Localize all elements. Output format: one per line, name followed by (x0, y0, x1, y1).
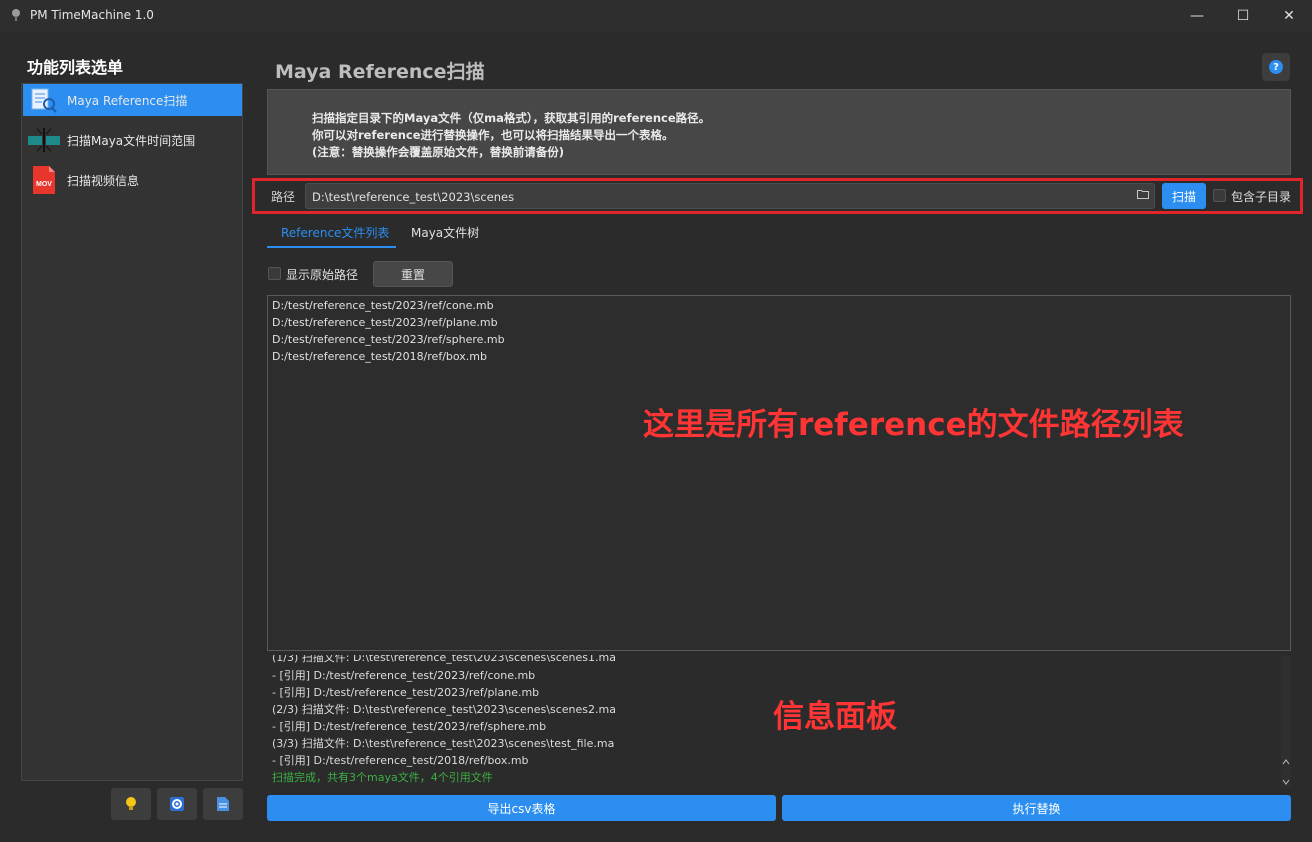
gear-icon (170, 797, 184, 811)
tab-reference-list[interactable]: Reference文件列表 (281, 224, 389, 241)
path-label: 路径 (271, 190, 296, 204)
mov-file-icon: MOV (27, 166, 61, 194)
lightbulb-icon (126, 797, 136, 810)
log-line: - [引用] D:/test/reference_test/2023/ref/c… (272, 669, 536, 682)
log-line-success: 扫描完成，共有3个maya文件，4个引用文件 (272, 771, 493, 784)
log-line: (3/3) 扫描文件: D:\test\reference_test\2023\… (272, 737, 615, 750)
list-item[interactable]: D:/test/reference_test/2023/ref/plane.mb (272, 316, 498, 329)
sidebar: Maya Reference扫描 扫描Maya文件时间范围 MOV 扫描视频信息 (21, 83, 243, 781)
window-title: PM TimeMachine 1.0 (30, 8, 154, 22)
log-line: (2/3) 扫描文件: D:\test\reference_test\2023\… (272, 703, 616, 716)
reference-scan-icon (27, 86, 61, 114)
execute-replace-button[interactable]: 执行替换 (782, 795, 1291, 821)
timeline-icon (27, 126, 61, 154)
sidebar-item-label: Maya Reference扫描 (67, 93, 188, 108)
docs-button[interactable] (203, 788, 243, 820)
sidebar-item-video-info[interactable]: MOV 扫描视频信息 (23, 164, 242, 196)
info-panel: (1/3) 扫描文件: D:\test\reference_test\2023\… (267, 655, 1291, 787)
reference-file-list[interactable]: D:/test/reference_test/2023/ref/cone.mb … (267, 295, 1291, 651)
active-tab-indicator (267, 246, 396, 248)
tab-maya-file-tree[interactable]: Maya文件树 (411, 224, 479, 241)
page-title: Maya Reference扫描 (275, 61, 485, 83)
show-original-path-label: 显示原始路径 (286, 268, 359, 282)
scan-button[interactable]: 扫描 (1162, 183, 1206, 209)
document-icon (217, 797, 229, 811)
scroll-arrows-icon (1282, 759, 1290, 785)
maximize-button[interactable]: ☐ (1220, 0, 1266, 32)
help-icon: ? (1269, 60, 1283, 74)
sidebar-item-label: 扫描视频信息 (67, 173, 140, 188)
info-panel-scrollbar[interactable] (1281, 656, 1291, 787)
include-subdir-checkbox[interactable] (1213, 189, 1226, 202)
description-panel: 扫描指定目录下的Maya文件（仅ma格式），获取其引用的reference路径。… (267, 89, 1291, 175)
path-input[interactable]: D:\test\reference_test\2023\scenes (305, 183, 1155, 209)
list-item[interactable]: D:/test/reference_test/2018/ref/box.mb (272, 350, 487, 363)
export-csv-button[interactable]: 导出csv表格 (267, 795, 776, 821)
folder-icon[interactable] (1137, 189, 1149, 199)
sidebar-title: 功能列表选单 (27, 58, 124, 77)
log-line: (1/3) 扫描文件: D:\test\reference_test\2023\… (272, 655, 616, 664)
info-panel-annotation: 信息面板 (773, 699, 897, 735)
sidebar-item-maya-time-range[interactable]: 扫描Maya文件时间范围 (23, 124, 242, 156)
mov-icon-text: MOV (36, 181, 52, 188)
title-bar: PM TimeMachine 1.0 — ☐ ✕ (0, 0, 1312, 32)
app-icon (12, 9, 20, 21)
list-annotation: 这里是所有reference的文件路径列表 (643, 407, 1184, 443)
minimize-button[interactable]: — (1174, 0, 1220, 32)
include-subdir-label: 包含子目录 (1231, 190, 1292, 204)
description-line: (注意：替换操作会覆盖原始文件，替换前请备份) (312, 145, 565, 159)
tips-button[interactable] (111, 788, 151, 820)
description-line: 你可以对reference进行替换操作，也可以将扫描结果导出一个表格。 (312, 128, 674, 142)
log-line: - [引用] D:/test/reference_test/2023/ref/s… (272, 720, 547, 733)
close-button[interactable]: ✕ (1266, 0, 1312, 32)
log-line: - [引用] D:/test/reference_test/2018/ref/b… (272, 754, 529, 767)
help-button[interactable]: ? (1262, 53, 1290, 81)
settings-button[interactable] (157, 788, 197, 820)
sidebar-item-maya-reference-scan[interactable]: Maya Reference扫描 (23, 84, 242, 116)
description-line: 扫描指定目录下的Maya文件（仅ma格式），获取其引用的reference路径。 (312, 111, 711, 125)
list-item[interactable]: D:/test/reference_test/2023/ref/sphere.m… (272, 333, 505, 346)
sidebar-item-label: 扫描Maya文件时间范围 (67, 133, 196, 148)
log-line: - [引用] D:/test/reference_test/2023/ref/p… (272, 686, 540, 699)
reset-button[interactable]: 重置 (373, 261, 453, 287)
list-item[interactable]: D:/test/reference_test/2023/ref/cone.mb (272, 299, 494, 312)
show-original-path-checkbox[interactable] (268, 267, 281, 280)
